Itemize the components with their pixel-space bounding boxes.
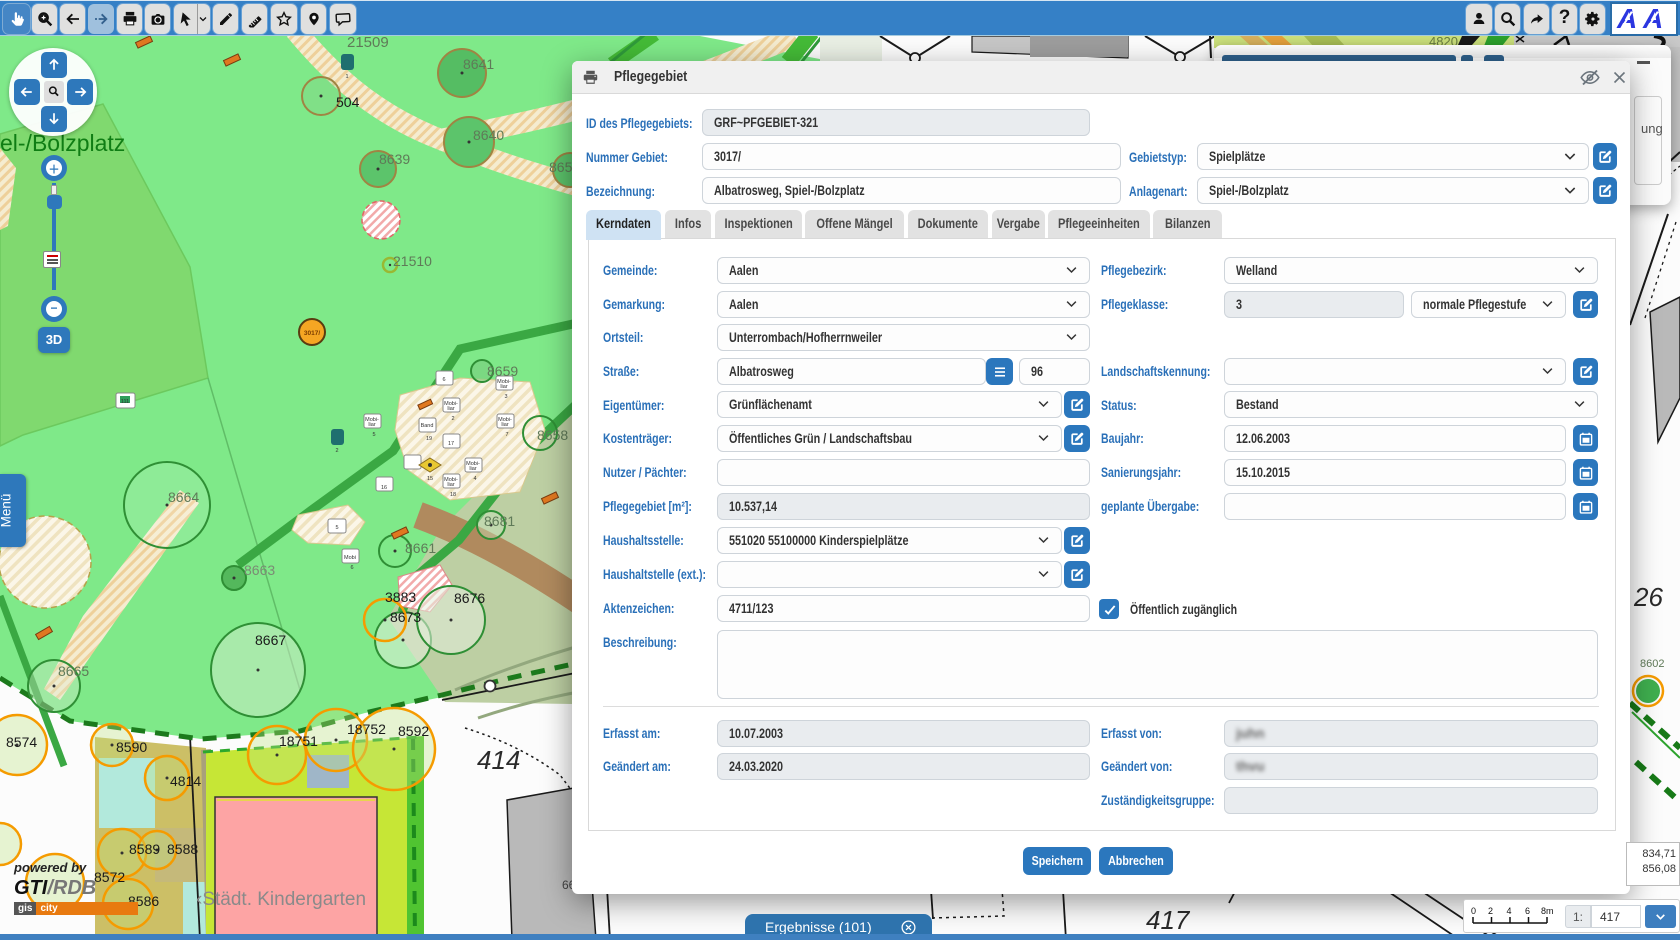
svg-text:8673: 8673 — [390, 609, 421, 625]
svg-text:8592: 8592 — [398, 723, 429, 739]
svg-text:16: 16 — [381, 485, 387, 491]
svg-text:5: 5 — [372, 432, 375, 438]
svg-text:4814: 4814 — [170, 773, 201, 789]
svg-text:8665: 8665 — [58, 663, 89, 679]
svg-text:8574: 8574 — [6, 734, 37, 750]
svg-text:865: 865 — [549, 159, 573, 175]
svg-text:2: 2 — [451, 416, 454, 422]
svg-text:8664: 8664 — [168, 489, 199, 505]
svg-text:111: 111 — [121, 399, 129, 405]
svg-text:6: 6 — [1525, 906, 1530, 916]
svg-text:5: 5 — [335, 525, 338, 531]
svg-text:17: 17 — [448, 441, 454, 447]
svg-text:8m: 8m — [1541, 906, 1554, 916]
svg-text:6: 6 — [442, 377, 445, 383]
svg-text:19: 19 — [426, 436, 432, 442]
svg-text:18: 18 — [450, 492, 456, 498]
svg-text:8663: 8663 — [244, 562, 275, 578]
svg-text:liar: liar — [501, 422, 509, 428]
svg-text:8681: 8681 — [484, 513, 515, 529]
svg-text:liar: liar — [500, 384, 508, 390]
svg-text:8590: 8590 — [116, 739, 147, 755]
svg-text:504: 504 — [336, 94, 360, 110]
svg-text:1: 1 — [345, 74, 348, 80]
svg-text:2: 2 — [1488, 906, 1493, 916]
svg-text:liar: liar — [368, 422, 376, 428]
svg-text:3: 3 — [504, 394, 507, 400]
svg-text:7: 7 — [505, 432, 508, 438]
svg-text:414: 414 — [477, 745, 520, 775]
svg-text:Band: Band — [421, 423, 434, 429]
svg-text:8667: 8667 — [255, 632, 286, 648]
svg-text:21509: 21509 — [347, 34, 389, 51]
svg-text:8640: 8640 — [473, 127, 504, 143]
svg-text:3883: 3883 — [385, 589, 416, 605]
svg-text:‹Städt. Kindergarten: ‹Städt. Kindergarten — [196, 889, 366, 910]
svg-text:4: 4 — [1507, 906, 1512, 916]
svg-text:8589: 8589 — [129, 841, 160, 857]
svg-text:Mobi: Mobi — [344, 555, 356, 561]
svg-text:417: 417 — [1146, 905, 1191, 935]
svg-text:8659: 8659 — [487, 363, 518, 379]
svg-text:26: 26 — [1633, 582, 1663, 612]
svg-text:liar: liar — [469, 466, 477, 472]
svg-text:4: 4 — [473, 476, 476, 482]
svg-text:3017/: 3017/ — [304, 330, 320, 337]
svg-text:18752: 18752 — [347, 721, 386, 737]
svg-text:8641: 8641 — [463, 56, 494, 72]
svg-text:8639: 8639 — [379, 151, 410, 167]
svg-text:8676: 8676 — [454, 590, 485, 606]
svg-text:liar: liar — [447, 406, 455, 412]
svg-text:18751: 18751 — [279, 733, 318, 749]
svg-text:6: 6 — [350, 565, 353, 571]
svg-text:0: 0 — [1471, 906, 1476, 916]
svg-text:8588: 8588 — [167, 841, 198, 857]
svg-text:21510: 21510 — [393, 253, 432, 269]
svg-text:15: 15 — [427, 476, 433, 482]
svg-text:8658: 8658 — [537, 427, 568, 443]
svg-text:8661: 8661 — [405, 540, 436, 556]
svg-text:liar: liar — [447, 482, 455, 488]
svg-text:8602: 8602 — [1640, 658, 1664, 670]
svg-text:2: 2 — [335, 448, 338, 454]
